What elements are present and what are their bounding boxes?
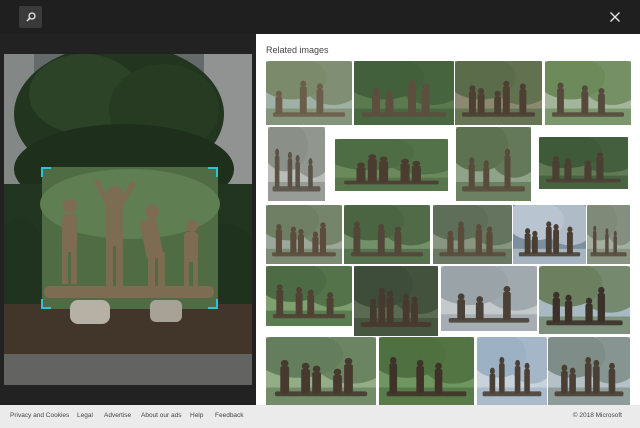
close-button[interactable] — [604, 6, 626, 28]
footer-link-privacy[interactable]: Privacy and Cookies — [10, 412, 69, 419]
related-image-thumbnail[interactable] — [548, 337, 630, 405]
crop-handle-bottom-left[interactable] — [41, 299, 51, 309]
footer-link-legal[interactable]: Legal — [77, 412, 93, 419]
related-image-thumbnail[interactable] — [545, 61, 631, 125]
related-image-thumbnail[interactable] — [539, 137, 628, 189]
footer-link-feedback[interactable]: Feedback — [215, 412, 244, 419]
related-image-thumbnail[interactable] — [266, 337, 376, 405]
related-image-thumbnail[interactable] — [344, 205, 430, 264]
close-icon — [610, 12, 620, 22]
crop-handle-top-left[interactable] — [41, 167, 51, 177]
related-image-thumbnail[interactable] — [266, 266, 352, 326]
footer-link-advertise[interactable]: Advertise — [104, 412, 131, 419]
related-images-heading: Related images — [266, 45, 329, 55]
related-image-thumbnail[interactable] — [268, 127, 325, 201]
search-icon — [25, 12, 36, 22]
visual-search-viewer: Related images Privacy and Cookies Legal… — [0, 0, 640, 428]
related-image-thumbnail[interactable] — [335, 139, 448, 191]
related-image-thumbnail[interactable] — [379, 337, 474, 405]
footer-link-help[interactable]: Help — [190, 412, 203, 419]
selection-crop-box[interactable] — [41, 167, 218, 309]
related-image-thumbnail[interactable] — [587, 205, 630, 264]
source-photo — [4, 54, 252, 385]
related-image-thumbnail[interactable] — [477, 337, 547, 405]
crop-handle-top-right[interactable] — [208, 167, 218, 177]
related-image-thumbnail[interactable] — [513, 205, 586, 264]
related-images-panel: Related images — [256, 34, 640, 405]
related-image-thumbnail[interactable] — [456, 127, 531, 201]
copyright-notice: © 2018 Microsoft — [572, 412, 622, 419]
footer-link-about-ads[interactable]: About our ads — [141, 412, 181, 419]
related-image-thumbnail[interactable] — [441, 266, 537, 331]
related-image-thumbnail[interactable] — [455, 61, 542, 125]
related-image-thumbnail[interactable] — [354, 61, 454, 125]
related-image-thumbnail[interactable] — [266, 61, 352, 125]
crop-handle-bottom-right[interactable] — [208, 299, 218, 309]
related-image-thumbnail[interactable] — [354, 266, 438, 336]
related-image-thumbnail[interactable] — [433, 205, 512, 264]
related-image-thumbnail[interactable] — [266, 205, 342, 264]
visual-search-button[interactable] — [19, 6, 42, 28]
related-image-thumbnail[interactable] — [539, 266, 630, 334]
footer: Privacy and Cookies Legal Advertise Abou… — [0, 405, 640, 428]
source-photo-pane — [0, 34, 256, 405]
top-bar — [0, 0, 640, 34]
